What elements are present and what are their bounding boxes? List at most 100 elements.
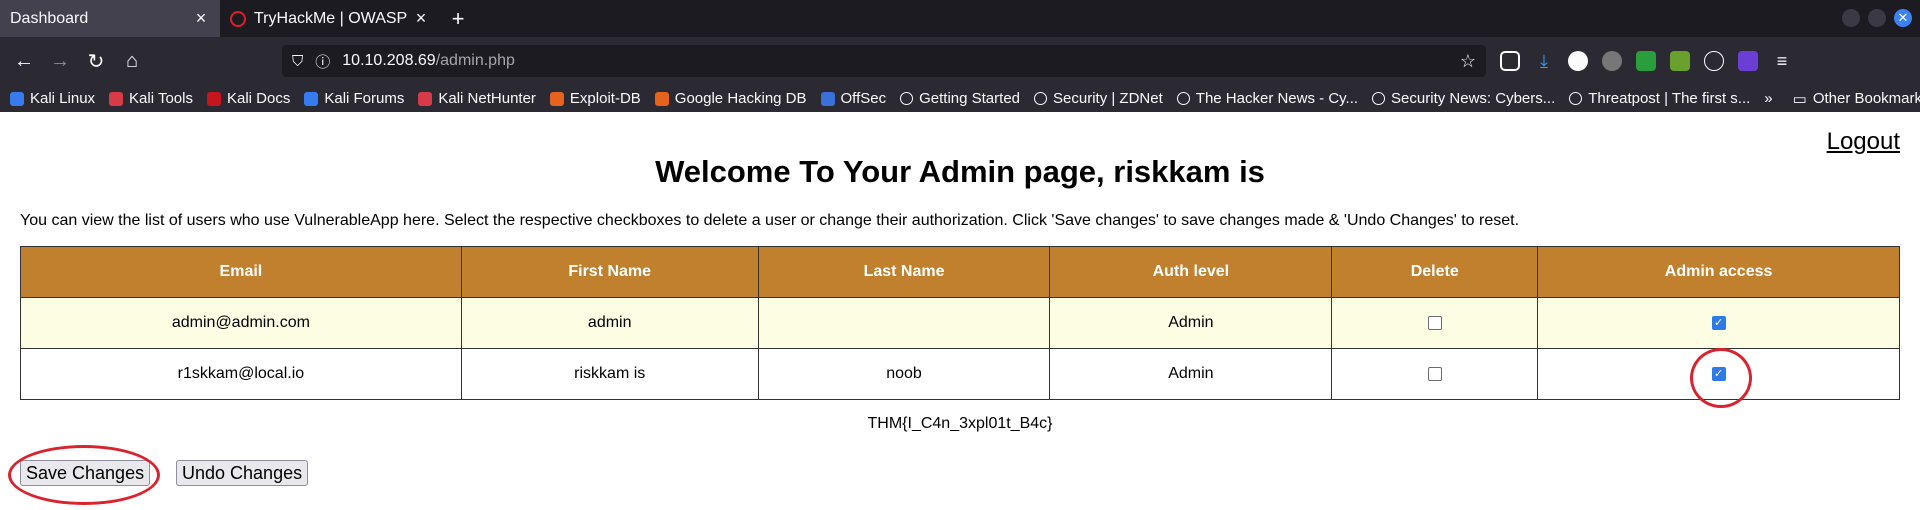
nethunter-icon (418, 91, 433, 106)
maximize-icon[interactable] (1868, 9, 1886, 27)
last-name-cell (757, 297, 1051, 349)
page-info-icon[interactable]: ⓘ (315, 51, 330, 72)
bookmarks-overflow-icon[interactable]: » (1764, 90, 1772, 107)
burp-extension-icon[interactable] (1670, 51, 1690, 71)
bookmark-item[interactable]: Security | ZDNet (1034, 90, 1163, 107)
c-extension-icon[interactable] (1568, 51, 1588, 71)
exploit-db-icon (549, 91, 564, 106)
first-name-cell: admin (460, 297, 759, 349)
bookmark-label: OffSec (840, 90, 887, 107)
bookmark-label: Exploit-DB (569, 90, 641, 107)
undo-changes-button[interactable]: Undo Changes (176, 460, 309, 486)
flag-text: THM{I_C4n_3xpl01t_B4c} (867, 415, 1053, 432)
purple-extension-icon[interactable] (1738, 51, 1758, 71)
minimize-icon[interactable] (1842, 9, 1860, 27)
close-tab-icon[interactable]: × (412, 8, 430, 29)
downloads-icon[interactable]: ⤓ (1534, 51, 1554, 71)
menu-icon[interactable]: ≡ (1772, 51, 1792, 71)
pocket-icon[interactable] (1500, 51, 1520, 71)
delete-checkbox[interactable] (1427, 315, 1442, 330)
green-extension-icon[interactable] (1636, 51, 1656, 71)
bookmark-label: Kali NetHunter (438, 90, 536, 107)
tryhackme-favicon-icon (230, 10, 246, 27)
kali-forums-icon (304, 91, 319, 106)
extension-icon[interactable] (1602, 51, 1622, 71)
bookmark-label: The Hacker News - Cy... (1195, 90, 1359, 107)
delete-cell (1331, 297, 1539, 349)
tab-bar: Dashboard × TryHackMe | OWASP Brok × + ✕ (0, 0, 1920, 37)
close-window-icon[interactable]: ✕ (1894, 9, 1912, 27)
table-row: r1skkam@local.io riskkam is noob Admin ✓ (20, 348, 1900, 400)
bookmark-item[interactable]: The Hacker News - Cy... (1176, 90, 1359, 107)
tab-dashboard[interactable]: Dashboard × (0, 0, 220, 37)
logout-link[interactable]: Logout (1827, 128, 1900, 156)
delete-checkbox[interactable] (1427, 366, 1442, 381)
extensions-toolbar: ⤓ ≡ (1500, 51, 1792, 71)
offsec-icon (820, 91, 835, 106)
bookmark-label: Kali Docs (226, 90, 291, 107)
bookmark-label: Threatpost | The first s... (1588, 90, 1751, 107)
bookmark-item[interactable]: Kali Forums (304, 90, 404, 107)
bookmark-item[interactable]: Security News: Cybers... (1372, 90, 1555, 107)
column-header: First Name (460, 246, 759, 298)
column-header: Delete (1331, 246, 1539, 298)
users-table: Email First Name Last Name Auth level De… (20, 246, 1900, 400)
navigation-bar: ← → ↻ ⌂ ⛉ ⓘ 10.10.208.69/admin.php ☆ ⤓ ≡ (0, 37, 1920, 85)
bookmark-item[interactable]: Exploit-DB (549, 90, 641, 107)
annotation-circle (8, 445, 160, 505)
globe-icon (1034, 92, 1048, 105)
shield-icon[interactable]: ⛉ (292, 53, 303, 70)
globe-icon (1176, 92, 1190, 105)
bookmark-item[interactable]: OffSec (820, 90, 887, 107)
globe-extension-icon[interactable] (1704, 51, 1724, 71)
kali-docs-icon (206, 91, 221, 106)
column-header: Auth level (1049, 246, 1333, 298)
auth-level-cell: Admin (1049, 297, 1333, 349)
bookmark-label: Getting Started (919, 90, 1021, 107)
home-icon[interactable]: ⌂ (116, 45, 148, 77)
reload-icon[interactable]: ↻ (80, 45, 112, 77)
bookmark-star-icon[interactable]: ☆ (1460, 51, 1476, 72)
kali-icon (10, 91, 24, 106)
bookmark-label: Kali Forums (324, 90, 405, 107)
tab-tryhackme[interactable]: TryHackMe | OWASP Brok × (220, 0, 440, 37)
intro-text: You can view the list of users who use V… (20, 212, 1520, 229)
bookmarks-toolbar: Kali Linux Kali Tools Kali Docs Kali For… (0, 85, 1920, 112)
page-title: Welcome To Your Admin page, riskkam is (655, 154, 1265, 189)
forward-icon[interactable]: → (44, 45, 76, 77)
tab-title: Dashboard (10, 9, 89, 27)
bookmark-item[interactable]: Kali NetHunter (418, 90, 536, 107)
table-row: admin@admin.com admin Admin ✓ (20, 297, 1900, 349)
globe-icon (1569, 92, 1583, 105)
delete-cell (1331, 348, 1539, 400)
bookmark-label: Kali Tools (129, 90, 193, 107)
bookmark-item[interactable]: Kali Linux (10, 90, 95, 107)
url-bar[interactable]: ⛉ ⓘ 10.10.208.69/admin.php ☆ (282, 45, 1486, 77)
close-tab-icon[interactable]: × (192, 8, 210, 29)
email-cell: r1skkam@local.io (20, 348, 462, 400)
other-bookmarks-folder[interactable]: ▭ Other Bookmarks (1793, 90, 1920, 108)
bookmark-item[interactable]: Kali Tools (109, 90, 193, 107)
window-controls: ✕ (1842, 9, 1912, 27)
column-header: Admin access (1537, 246, 1900, 298)
url-host: 10.10.208.69 (342, 52, 436, 69)
bookmark-item[interactable]: Kali Docs (206, 90, 291, 107)
url-path: /admin.php (435, 52, 515, 69)
auth-level-cell: Admin (1049, 348, 1333, 400)
bookmark-label: Google Hacking DB (674, 90, 807, 107)
annotation-circle (1690, 348, 1752, 408)
tab-title: TryHackMe | OWASP Brok (254, 9, 412, 27)
admin-access-checkbox[interactable]: ✓ (1711, 315, 1726, 330)
bookmark-label: Security | ZDNet (1053, 90, 1163, 107)
email-cell: admin@admin.com (20, 297, 462, 349)
admin-access-cell: ✓ (1537, 297, 1900, 349)
ghdb-icon (654, 91, 669, 106)
new-tab-button[interactable]: + (440, 0, 476, 37)
bookmark-label: Kali Linux (30, 90, 96, 107)
bookmark-item[interactable]: Google Hacking DB (654, 90, 807, 107)
bookmark-item[interactable]: Getting Started (900, 90, 1020, 107)
back-icon[interactable]: ← (8, 45, 40, 77)
column-header: Email (20, 246, 462, 298)
bookmark-item[interactable]: Threatpost | The first s... (1569, 90, 1750, 107)
bookmark-label: Other Bookmarks (1812, 90, 1920, 107)
